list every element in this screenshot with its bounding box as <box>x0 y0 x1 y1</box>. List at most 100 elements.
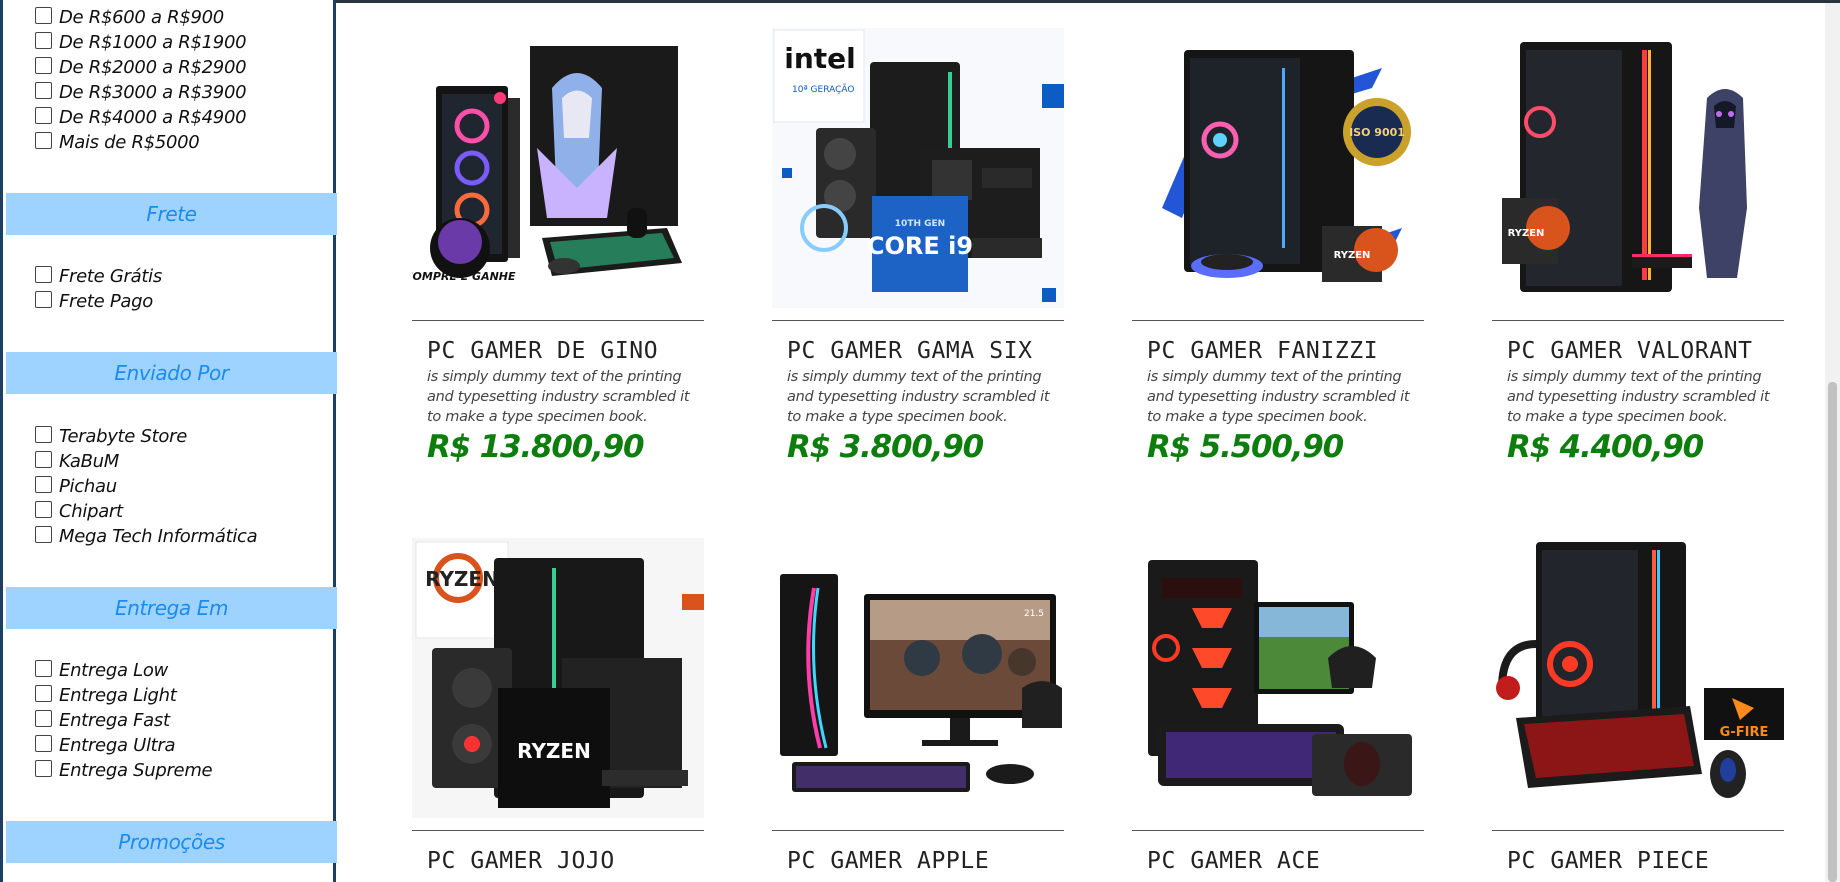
filter-frete-pago[interactable]: Frete Pago <box>35 290 153 312</box>
filter-entrega-low[interactable]: Entrega Low <box>35 659 168 681</box>
g-fire-logo-text: G-FIRE <box>1720 725 1769 740</box>
product-card[interactable]: RYZEN PC GAMER VALORANT is simply dummy … <box>1492 28 1784 468</box>
checkbox[interactable] <box>35 709 52 727</box>
filter-price-1000-1900[interactable]: De R$1000 a R$1900 <box>35 31 247 53</box>
checkbox[interactable] <box>35 31 52 49</box>
filter-terabyte[interactable]: Terabyte Store <box>35 425 187 447</box>
ryzen-logo-text: RYZEN <box>425 567 499 591</box>
chip-gen-label: 10TH GEN <box>895 219 945 229</box>
checkbox[interactable] <box>35 106 52 124</box>
checkbox[interactable] <box>35 56 52 74</box>
filter-label: De R$600 a R$900 <box>59 6 224 28</box>
filter-label: Entrega Fast <box>59 709 170 731</box>
product-card[interactable]: RYZEN RYZEN PC GAMER JOJO <box>412 538 704 882</box>
filter-label: De R$3000 a R$3900 <box>59 81 247 103</box>
product-image[interactable]: RYZEN <box>1492 28 1784 308</box>
filter-label: Mais de R$5000 <box>59 131 200 153</box>
product-card[interactable]: PC GAMER ACE <box>1132 538 1424 882</box>
product-image[interactable]: RYZEN RYZEN <box>412 538 704 818</box>
card-divider <box>1132 320 1424 321</box>
filter-price-5000-plus[interactable]: Mais de R$5000 <box>35 131 200 153</box>
product-name[interactable]: PC GAMER APPLE <box>787 848 989 874</box>
card-divider <box>772 830 1064 831</box>
filter-label: Frete Grátis <box>59 265 162 287</box>
filter-mega-tech[interactable]: Mega Tech Informática <box>35 525 258 547</box>
checkbox[interactable] <box>35 6 52 24</box>
section-title: Frete <box>146 202 197 226</box>
filter-label: Entrega Light <box>59 684 177 706</box>
product-name[interactable]: PC GAMER PIECE <box>1507 848 1709 874</box>
filter-entrega-supreme[interactable]: Entrega Supreme <box>35 759 213 781</box>
product-image[interactable]: G-FIRE <box>1492 538 1784 818</box>
product-image[interactable]: COMPRE E GANHE <box>412 28 704 308</box>
card-divider <box>1132 830 1424 831</box>
product-image[interactable]: ISO 9001 RYZEN <box>1132 28 1424 308</box>
promo-badge-text: COMPRE E GANHE <box>412 270 516 283</box>
filter-pichau[interactable]: Pichau <box>35 475 117 497</box>
product-card[interactable]: intel 10ª GERAÇÃO 10TH GEN CORE i9 PC GA… <box>772 28 1064 468</box>
product-name[interactable]: PC GAMER FANIZZI <box>1147 338 1378 364</box>
product-price: R$ 3.800,90 <box>787 429 984 465</box>
product-name[interactable]: PC GAMER DE GINO <box>427 338 658 364</box>
filter-price-2000-2900[interactable]: De R$2000 a R$2900 <box>35 56 247 78</box>
checkbox[interactable] <box>35 81 52 99</box>
filter-frete-gratis[interactable]: Frete Grátis <box>35 265 162 287</box>
checkbox[interactable] <box>35 734 52 752</box>
filter-entrega-light[interactable]: Entrega Light <box>35 684 177 706</box>
card-divider <box>412 320 704 321</box>
filter-label: Entrega Low <box>59 659 168 681</box>
checkbox[interactable] <box>35 265 52 283</box>
section-title: Promoções <box>118 830 225 854</box>
section-promocoes: Promoções <box>6 821 337 863</box>
filter-label: Pichau <box>59 475 117 497</box>
filter-label: Frete Pago <box>59 290 154 312</box>
product-price: R$ 13.800,90 <box>427 429 645 465</box>
checkbox[interactable] <box>35 475 52 493</box>
filter-label: Entrega Supreme <box>59 759 213 781</box>
filter-label: De R$4000 a R$4900 <box>59 106 247 128</box>
checkbox[interactable] <box>35 131 52 149</box>
section-enviado-por: Enviado Por <box>6 352 337 394</box>
product-name[interactable]: PC GAMER VALORANT <box>1507 338 1753 364</box>
iso-seal-text: ISO 9001 <box>1349 126 1405 139</box>
filter-price-3000-3900[interactable]: De R$3000 a R$3900 <box>35 81 247 103</box>
checkbox[interactable] <box>35 290 52 308</box>
filter-label: Entrega Ultra <box>59 734 176 756</box>
product-image[interactable]: 21.5 <box>772 538 1064 818</box>
product-price: R$ 4.400,90 <box>1507 429 1704 465</box>
product-name[interactable]: PC GAMER ACE <box>1147 848 1320 874</box>
checkbox[interactable] <box>35 525 52 543</box>
product-card[interactable]: 21.5 PC GAMER APPLE <box>772 538 1064 882</box>
filter-entrega-ultra[interactable]: Entrega Ultra <box>35 734 176 756</box>
checkbox[interactable] <box>35 450 52 468</box>
product-image[interactable]: intel 10ª GERAÇÃO 10TH GEN CORE i9 <box>772 28 1064 308</box>
filter-price-600-900[interactable]: De R$600 a R$900 <box>35 6 224 28</box>
card-divider <box>1492 830 1784 831</box>
product-card[interactable]: ISO 9001 RYZEN PC GAMER FANIZZI is simpl… <box>1132 28 1424 468</box>
intel-logo-text: intel <box>784 42 856 75</box>
filter-price-4000-4900[interactable]: De R$4000 a R$4900 <box>35 106 247 128</box>
filter-label: Terabyte Store <box>59 425 187 447</box>
ryzen-box-text: RYZEN <box>517 739 591 763</box>
scrollbar-thumb[interactable] <box>1828 382 1837 882</box>
product-description: is simply dummy text of the printing and… <box>1507 369 1770 425</box>
chip-name: CORE i9 <box>867 232 973 260</box>
product-description: is simply dummy text of the printing and… <box>1147 369 1410 425</box>
checkbox[interactable] <box>35 659 52 677</box>
product-image[interactable] <box>1132 538 1424 818</box>
product-card[interactable]: G-FIRE PC GAMER PIECE <box>1492 538 1784 882</box>
filter-kabum[interactable]: KaBuM <box>35 450 119 472</box>
monitor-size-label: 21.5 <box>1024 609 1044 619</box>
checkbox[interactable] <box>35 500 52 518</box>
filter-label: Chipart <box>59 500 123 522</box>
product-name[interactable]: PC GAMER JOJO <box>427 848 615 874</box>
filter-chipart[interactable]: Chipart <box>35 500 123 522</box>
checkbox[interactable] <box>35 425 52 443</box>
checkbox[interactable] <box>35 684 52 702</box>
card-divider <box>772 320 1064 321</box>
checkbox[interactable] <box>35 759 52 777</box>
filter-entrega-fast[interactable]: Entrega Fast <box>35 709 170 731</box>
section-entrega-em: Entrega Em <box>6 587 337 629</box>
product-card[interactable]: COMPRE E GANHE PC GAMER DE GINO is simpl… <box>412 28 704 468</box>
product-name[interactable]: PC GAMER GAMA SIX <box>787 338 1033 364</box>
